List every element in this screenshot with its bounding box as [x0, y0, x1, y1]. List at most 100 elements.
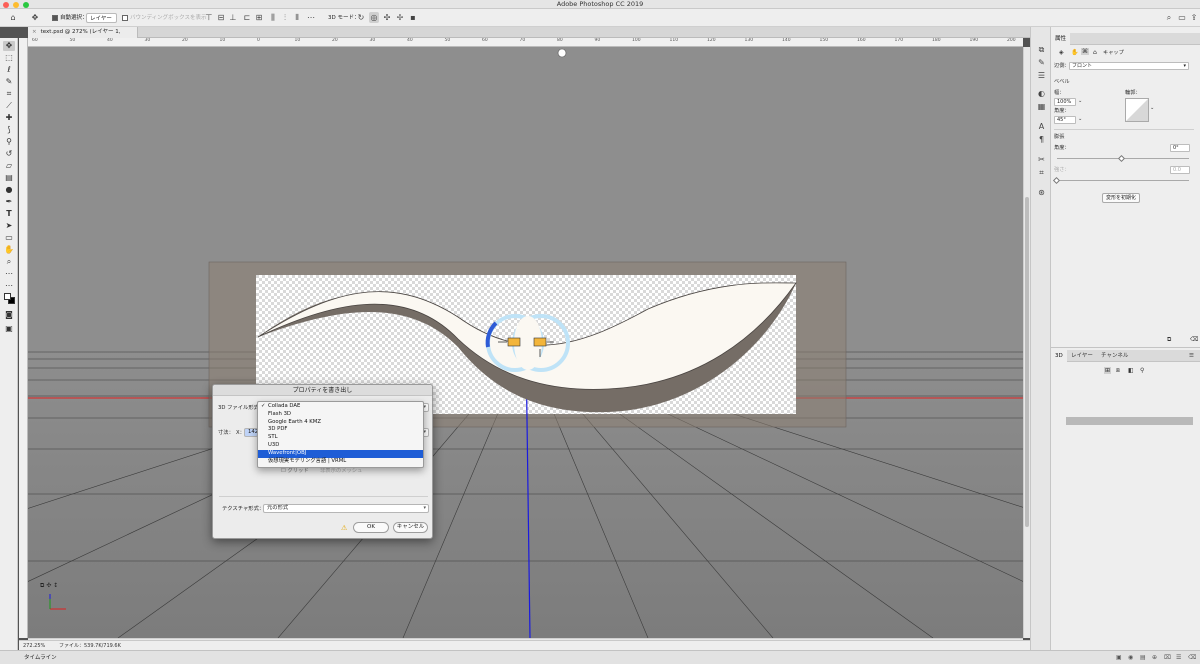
camera-view-icon[interactable]: [557, 48, 567, 58]
vertical-scrollbar[interactable]: [1023, 47, 1030, 638]
properties-footer-icon[interactable]: ⧉: [1167, 336, 1171, 343]
more-tools-icon[interactable]: ⋯: [3, 269, 15, 279]
format-menu-item[interactable]: 仮想現実モデリング言語 | VRML: [258, 458, 423, 466]
move-tool-icon[interactable]: ✥: [30, 12, 40, 23]
cap-mode-icon[interactable]: ⌘: [1081, 48, 1089, 55]
clone-stamp-icon[interactable]: ⚲: [3, 137, 15, 147]
screen-mode-icon[interactable]: ▣: [3, 324, 15, 334]
quick-select-tool-icon[interactable]: ✎: [3, 77, 15, 87]
scale-3d-icon[interactable]: ▪: [408, 12, 418, 23]
align-left-icon[interactable]: ⊏: [242, 12, 252, 23]
lasso-tool-icon[interactable]: ℓ: [3, 65, 15, 75]
home-icon[interactable]: ⌂: [8, 12, 18, 23]
align-hcenter-icon[interactable]: ⊞: [254, 12, 264, 23]
zoom-level[interactable]: 272.25%: [23, 642, 45, 650]
distribute-icon[interactable]: ⫼: [268, 12, 278, 23]
light-filter-icon[interactable]: ⚲: [1140, 367, 1144, 374]
contour-preview[interactable]: [1125, 98, 1149, 122]
eyedropper-tool-icon[interactable]: ⟋: [3, 101, 15, 111]
timeline-icon-2[interactable]: ◉: [1128, 653, 1133, 663]
trash-icon[interactable]: ⌫: [1188, 653, 1196, 663]
x-input[interactable]: 142: [244, 428, 258, 437]
crop-tool-icon[interactable]: ⌗: [3, 89, 15, 99]
type-panel-icon[interactable]: A: [1036, 122, 1047, 132]
file-info[interactable]: ファイル：539.7K/719.6K: [59, 642, 121, 650]
ok-button[interactable]: OK: [353, 522, 389, 533]
tab-properties[interactable]: 属性: [1051, 33, 1071, 45]
format-menu-item[interactable]: U3D: [258, 442, 423, 450]
deform-icon[interactable]: ✋: [1071, 49, 1078, 56]
close-tab-icon[interactable]: ×: [32, 29, 37, 35]
timeline-icon-5[interactable]: ⌧: [1164, 653, 1171, 663]
mesh-icon[interactable]: ◈: [1059, 49, 1064, 56]
foreground-color-swatch[interactable]: [4, 293, 11, 300]
distribute-vertical-icon[interactable]: ⫶: [280, 12, 290, 23]
material-filter-icon[interactable]: ◧: [1128, 367, 1134, 374]
tab-channels[interactable]: チャンネル: [1097, 350, 1132, 362]
timeline-icon-6[interactable]: ☰: [1176, 653, 1181, 663]
slide-3d-icon[interactable]: ✢: [395, 12, 405, 23]
format-menu-item[interactable]: 3D PDF: [258, 426, 423, 434]
character-panel-icon[interactable]: ◐: [1036, 89, 1047, 99]
3d-scene-item[interactable]: [1066, 417, 1193, 425]
brush-tool-icon[interactable]: ⟆: [3, 125, 15, 135]
side-dropdown[interactable]: フロント ▾: [1069, 62, 1189, 70]
format-menu-item[interactable]: Flash 3D: [258, 411, 423, 419]
pan-3d-icon[interactable]: ✣: [382, 12, 392, 23]
healing-brush-icon[interactable]: ✚: [3, 113, 15, 123]
edit-toolbar-icon[interactable]: ⋯: [3, 281, 15, 291]
paragraph-icon[interactable]: ¶: [1036, 135, 1047, 145]
brush-settings-icon[interactable]: ✎: [1036, 58, 1047, 68]
3d-materials-icon[interactable]: ⊛: [1036, 188, 1047, 198]
strength-input[interactable]: 0.0: [1170, 166, 1190, 174]
timeline-icon-4[interactable]: ⊕: [1152, 653, 1157, 663]
tab-3d[interactable]: 3D: [1051, 350, 1067, 362]
adjustments-icon[interactable]: ☰: [1036, 71, 1047, 81]
auto-select-checkbox[interactable]: [52, 15, 58, 21]
cancel-button[interactable]: キャンセル: [393, 522, 428, 533]
dodge-tool-icon[interactable]: ●: [3, 185, 15, 195]
type-tool-icon[interactable]: T: [3, 209, 15, 219]
more-options-icon[interactable]: ⋯: [306, 12, 316, 23]
canvas-area[interactable]: ⧉ ✣ ↕: [28, 47, 1023, 638]
format-menu-item[interactable]: Wavefront|OBJ: [258, 449, 423, 458]
align-bottom-icon[interactable]: ⊥: [228, 12, 238, 23]
tools-panel-icon[interactable]: ✂: [1036, 155, 1047, 165]
format-menu-item[interactable]: STL: [258, 434, 423, 442]
styles-icon[interactable]: ⌗: [1036, 168, 1047, 178]
angle-input[interactable]: 45°: [1054, 116, 1076, 124]
tab-layers[interactable]: レイヤー: [1067, 350, 1097, 362]
gradient-tool-icon[interactable]: ▤: [3, 173, 15, 183]
strength-slider[interactable]: [1057, 180, 1189, 181]
reset-deform-button[interactable]: 変形を初期化: [1102, 193, 1140, 203]
scene-filter-icon[interactable]: ⊞: [1104, 367, 1112, 374]
timeline-icon-1[interactable]: ▣: [1116, 653, 1122, 663]
panel-menu-icon[interactable]: ☰: [1185, 350, 1198, 362]
pen-tool-icon[interactable]: ✒: [3, 197, 15, 207]
inflate-angle-input[interactable]: 0°: [1170, 144, 1190, 152]
width-input[interactable]: 100%: [1054, 98, 1076, 106]
eraser-tool-icon[interactable]: ▱: [3, 161, 15, 171]
shape-tool-icon[interactable]: ▭: [3, 233, 15, 243]
align-top-icon[interactable]: ⊤: [204, 12, 214, 23]
move-tool-icon[interactable]: ✥: [3, 41, 15, 51]
format-menu-item[interactable]: Google Earth 4 KMZ: [258, 419, 423, 427]
angle-chevron-icon[interactable]: ⌄: [1078, 116, 1082, 123]
history-panel-icon[interactable]: ⧉: [1036, 45, 1047, 55]
zoom-tool-icon[interactable]: ⌕: [3, 257, 15, 267]
swatches-icon[interactable]: ▦: [1036, 102, 1047, 112]
auto-select-dropdown[interactable]: レイヤー: [86, 13, 117, 23]
coordinates-icon[interactable]: ⌂: [1093, 49, 1097, 56]
history-brush-icon[interactable]: ↺: [3, 149, 15, 159]
roll-3d-icon[interactable]: ◎: [369, 12, 379, 23]
format-menu-item[interactable]: ✓ Collada DAE: [258, 403, 423, 411]
width-chevron-icon[interactable]: ⌄: [1078, 98, 1082, 105]
grid-checkbox-icon[interactable]: ☐: [281, 468, 286, 474]
inflate-angle-slider-knob[interactable]: [1117, 154, 1126, 163]
strength-slider-knob[interactable]: [1052, 176, 1061, 185]
share-icon[interactable]: ⇪: [1189, 12, 1199, 23]
hand-tool-icon[interactable]: ✋: [3, 245, 15, 255]
timeline-icon-3[interactable]: ▤: [1140, 653, 1146, 663]
align-vcenter-icon[interactable]: ⊟: [216, 12, 226, 23]
mesh-filter-icon[interactable]: ⧈: [1116, 367, 1120, 374]
